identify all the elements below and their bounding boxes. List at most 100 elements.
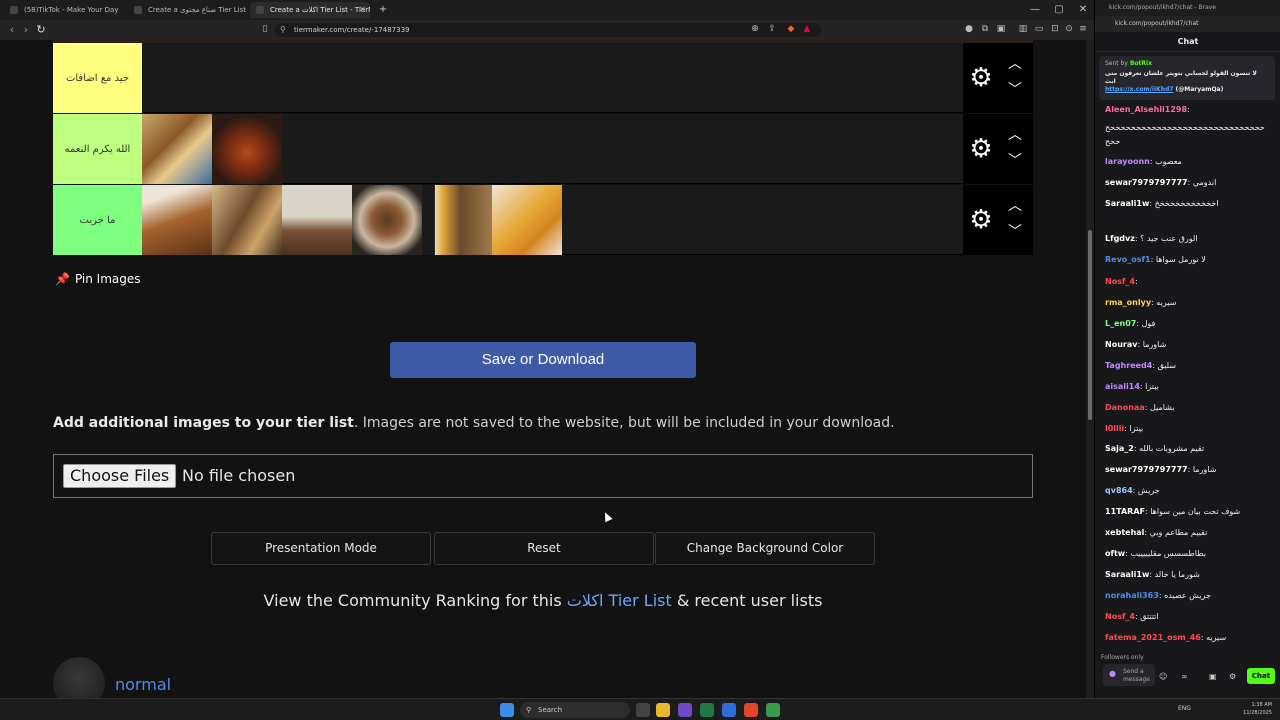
chat-username[interactable]: Revo_osf1 <box>1105 255 1151 264</box>
task-view-icon[interactable] <box>636 703 650 717</box>
windows-start-icon[interactable] <box>500 703 514 717</box>
tab-tiermaker-food[interactable]: Create a اكلات Tier List - TierMaker ✕ <box>250 2 370 18</box>
chat-username[interactable]: Danonaa <box>1105 403 1145 412</box>
chat-username[interactable]: larayoonn <box>1105 157 1150 166</box>
tier-label[interactable]: جيد مع اضافات <box>53 43 142 113</box>
food-image-stew[interactable] <box>212 114 282 184</box>
minimize-button[interactable]: — <box>1024 2 1046 18</box>
close-tab-icon[interactable]: ✕ <box>359 2 366 18</box>
change-background-color-button[interactable]: Change Background Color <box>655 532 875 565</box>
choose-files-button[interactable]: Choose Files <box>63 464 177 488</box>
close-window-button[interactable]: ✕ <box>1072 2 1094 18</box>
food-image-tea-rice[interactable] <box>422 185 492 255</box>
chevron-down-icon[interactable]: ﹀ <box>1003 152 1027 170</box>
presentation-mode-button[interactable]: Presentation Mode <box>211 532 431 565</box>
file-upload-field[interactable]: Choose Files No file chosen <box>53 454 1033 498</box>
scrollbar[interactable] <box>1086 40 1094 698</box>
chat-send-button[interactable]: Chat <box>1247 668 1275 684</box>
wallet-icon[interactable]: ⊡ <box>1050 24 1060 35</box>
tier-label[interactable]: ما جربت <box>53 185 142 255</box>
chevron-up-icon[interactable]: ︿ <box>1003 126 1027 144</box>
chat-username[interactable]: sewar7979797777 <box>1105 178 1188 187</box>
language-indicator[interactable]: ENG <box>1178 705 1191 712</box>
save-or-download-button[interactable]: Save or Download <box>390 342 696 378</box>
pinned-message[interactable]: Sent by BotRix لا تنسون القولو لحسابي بت… <box>1099 56 1275 100</box>
bookmark-icon[interactable]: ▯ <box>260 24 270 35</box>
vpn-icon[interactable]: ⊙ <box>1064 24 1074 35</box>
mic-icon[interactable]: ● <box>1109 670 1116 678</box>
gear-icon[interactable]: ⚙ <box>967 135 995 163</box>
menu-icon[interactable]: ≡ <box>1078 24 1088 35</box>
food-image-rolls-2[interactable] <box>212 185 282 255</box>
chat-url-field[interactable]: kick.com/popout/ikhd7/chat <box>1095 16 1280 32</box>
chat-username[interactable]: Taghreed4 <box>1105 361 1152 370</box>
clock[interactable]: 1:38 AM 11/28/2025 <box>1243 701 1272 717</box>
chevron-down-icon[interactable]: ﹀ <box>1003 81 1027 99</box>
brave-icon[interactable] <box>744 703 758 717</box>
food-image-soup[interactable] <box>352 185 422 255</box>
copy-icon[interactable]: ⧉ <box>980 24 990 35</box>
url-field[interactable]: ⚲ tiermaker.com/create/-17487339 <box>274 23 822 37</box>
avatar[interactable] <box>53 657 105 698</box>
chat-username[interactable]: oftw <box>1105 549 1125 558</box>
chat-username[interactable]: xebtehal <box>1105 528 1144 537</box>
tab-tiermaker-creators[interactable]: Create a صناع محتوى Tier List - TierMake… <box>128 2 246 18</box>
food-image-casserole[interactable] <box>492 185 562 255</box>
share-icon[interactable]: ⇪ <box>767 24 777 35</box>
chat-username[interactable]: rma_onlyy <box>1105 298 1151 307</box>
extension-icon[interactable]: ● <box>964 24 974 35</box>
gift-icon[interactable]: ▣ <box>1209 672 1217 681</box>
chat-username[interactable]: Aleen_Alsehli1298 <box>1105 105 1187 114</box>
chevron-up-icon[interactable]: ︿ <box>1003 55 1027 73</box>
zoom-icon[interactable]: ⊕ <box>750 24 760 35</box>
food-image-rolls[interactable] <box>142 114 212 184</box>
reload-icon[interactable]: ↻ <box>33 22 49 38</box>
chat-username[interactable]: L_en07 <box>1105 319 1136 328</box>
chat-username[interactable]: Saraali1w <box>1105 570 1149 579</box>
chat-username[interactable]: norahali363 <box>1105 591 1159 600</box>
profile-name-link[interactable]: normal <box>115 675 171 694</box>
chevron-up-icon[interactable]: ︿ <box>1003 197 1027 215</box>
site-info-icon[interactable]: ⚲ <box>280 23 286 37</box>
chat-username[interactable]: Saja_2 <box>1105 444 1134 453</box>
settings-icon[interactable]: ⚙ <box>1229 672 1236 681</box>
food-image-dessert[interactable] <box>282 185 352 255</box>
chat-message-input[interactable]: ● Send a message <box>1103 664 1155 686</box>
chat-username[interactable]: Lfgdvz <box>1105 234 1135 243</box>
chat-username[interactable]: qv864 <box>1105 486 1133 495</box>
emote-icon[interactable]: ☺ <box>1159 672 1167 681</box>
chat-username[interactable]: sewar7979797777 <box>1105 465 1188 474</box>
new-tab-button[interactable]: + <box>372 2 394 18</box>
scrollbar-thumb[interactable] <box>1088 230 1092 420</box>
sidebar-icon[interactable]: ▥ <box>1018 24 1028 35</box>
chat-username[interactable]: aisali14 <box>1105 382 1140 391</box>
chat-username[interactable]: 11TARAF <box>1105 507 1145 516</box>
pin-images-toggle[interactable]: 📌 Pin Images <box>55 272 141 286</box>
brave-rewards-icon[interactable]: ▲ <box>802 24 812 35</box>
tier-label[interactable]: الله يكرم النعمه <box>53 114 142 184</box>
taskbar-search[interactable]: ⚲ Search <box>520 702 630 718</box>
chat-username[interactable]: Saraali1w <box>1105 199 1149 208</box>
app-icon-blue[interactable] <box>722 703 736 717</box>
gear-icon[interactable]: ⚙ <box>967 206 995 234</box>
tab-tiktok[interactable]: (58)TikTok - Make Your Day <box>4 2 124 18</box>
screenshot-icon[interactable]: ▣ <box>996 24 1006 35</box>
app-icon-purple[interactable] <box>678 703 692 717</box>
file-explorer-icon[interactable] <box>656 703 670 717</box>
chat-username[interactable]: Nosf_4 <box>1105 277 1135 286</box>
pinned-link[interactable]: https://x.com/iiKhd7 <box>1105 86 1173 93</box>
maximize-button[interactable]: ▢ <box>1048 2 1070 18</box>
chat-username[interactable]: Nosf_4 <box>1105 612 1135 621</box>
leo-icon[interactable]: ▭ <box>1034 24 1044 35</box>
chat-username[interactable]: Nourav <box>1105 340 1137 349</box>
chrome-icon[interactable] <box>766 703 780 717</box>
chevron-down-icon[interactable]: ﹀ <box>1003 223 1027 241</box>
community-ranking-link[interactable]: اكلات Tier List <box>567 591 672 610</box>
gear-icon[interactable]: ⚙ <box>967 64 995 92</box>
excel-icon[interactable] <box>700 703 714 717</box>
forward-arrow-icon[interactable]: › <box>18 22 34 38</box>
chat-username[interactable]: l0llli <box>1105 424 1124 433</box>
brave-shields-icon[interactable]: ◆ <box>786 24 796 35</box>
extension-icon[interactable]: ∞ <box>1181 672 1188 681</box>
reset-button[interactable]: Reset <box>434 532 654 565</box>
